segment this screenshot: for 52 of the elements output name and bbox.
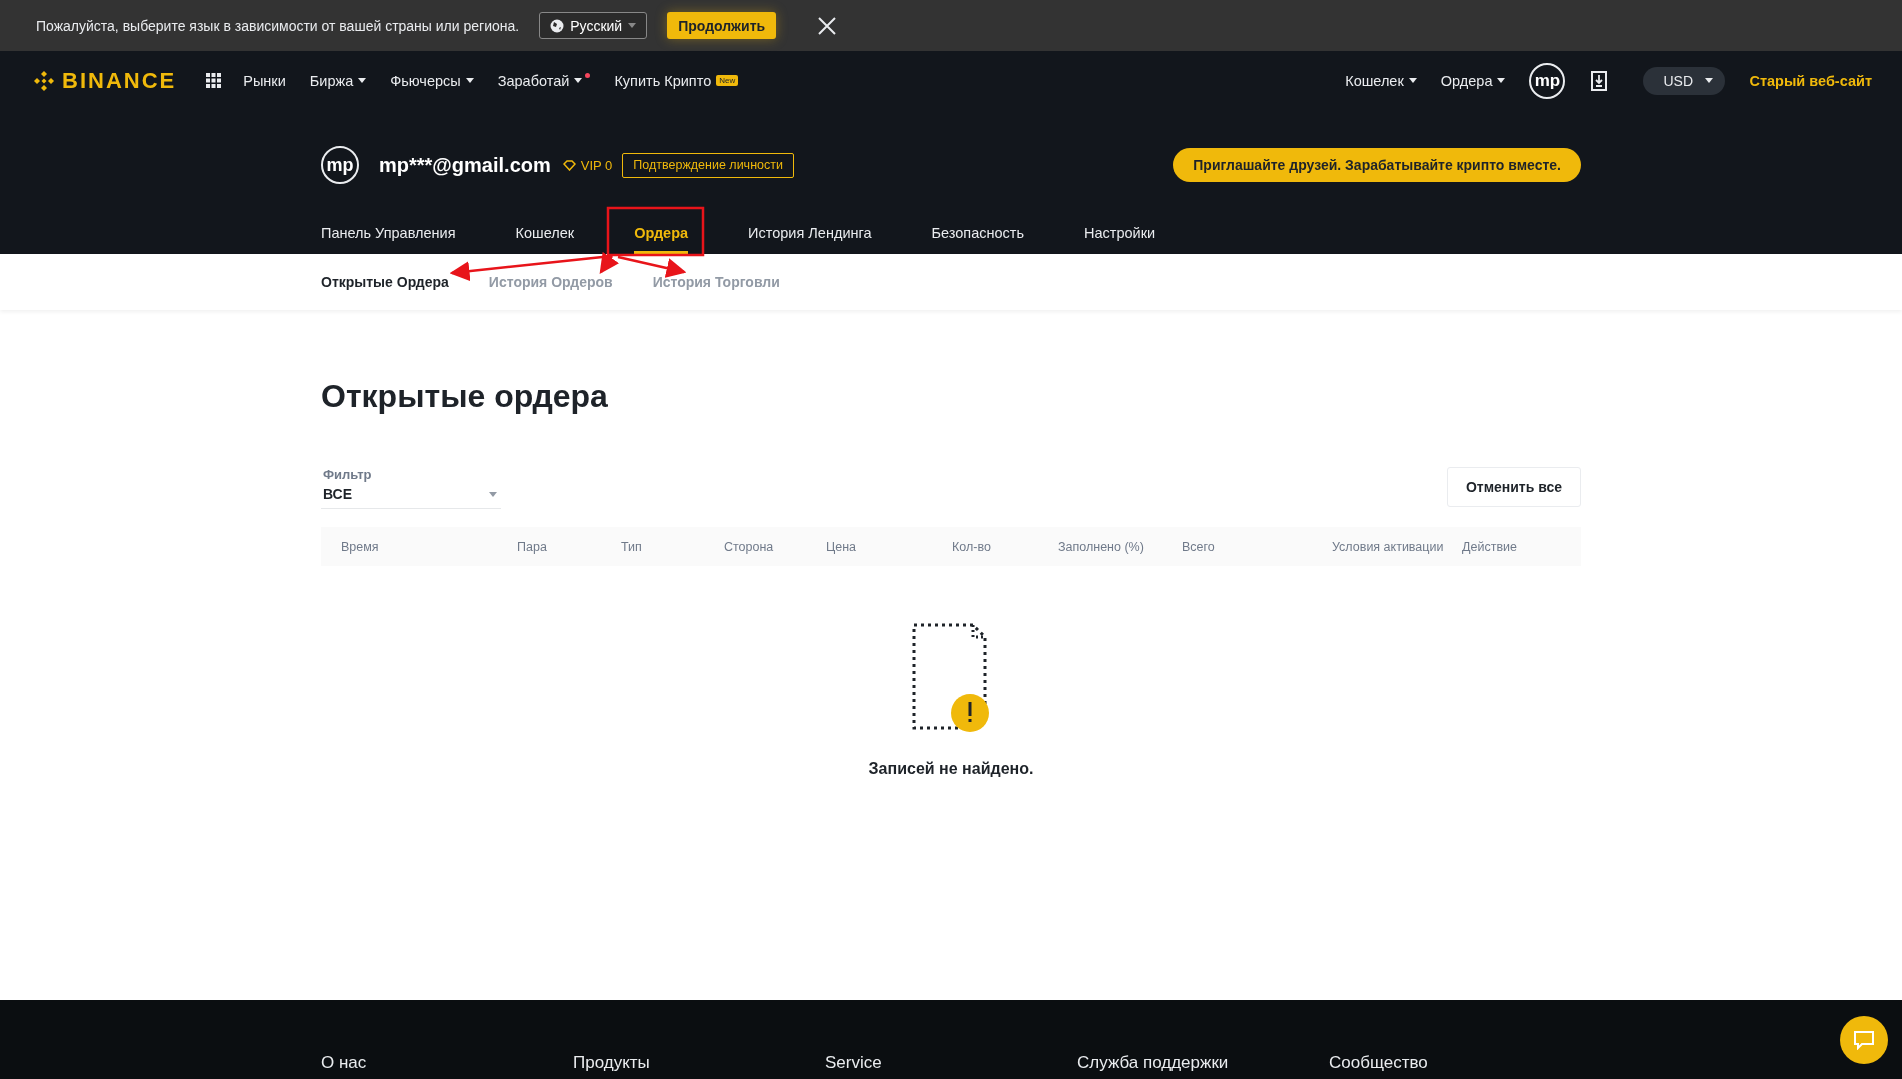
page-title: Открытые ордера [321,378,609,415]
nav-link[interactable]: Кошелек [1345,72,1417,89]
grid-menu-icon[interactable] [206,73,222,88]
table-header: Время Пара Тип Сторона Цена Кол-во Заполнено (%) Всего Условия активации Действие [321,527,1581,566]
banner-message: Пожалуйста, выберите язык в зависимости от вашей страны или региона. [36,17,520,34]
download-icon[interactable] [1591,70,1608,91]
vip-level: VIP 0 [580,157,613,173]
empty-message: Записей не найдено. [868,760,1034,778]
close-icon[interactable] [818,16,837,35]
account-tab[interactable]: Настройки [1084,212,1156,254]
old-site-link[interactable]: Старый веб-сайт [1749,72,1872,89]
nav-link[interactable]: Заработай [497,72,591,89]
account-tab[interactable]: Кошелек [515,212,575,254]
nav-link[interactable]: Рынки [243,72,286,89]
new-badge: New [716,75,739,86]
nav-link[interactable]: Ордера [1440,72,1506,89]
avatar: mp [321,146,359,184]
verify-identity-button[interactable]: Подтверждение личности [622,152,794,178]
orders-subtab[interactable]: Открытые Ордера [321,274,449,290]
account-tab[interactable]: Безопасность [931,212,1025,254]
globe-icon [550,18,565,33]
currency-dropdown[interactable]: USD [1643,66,1726,95]
caret-icon [465,78,474,83]
nav-link[interactable]: Фьючерсы [390,72,474,89]
nav-link[interactable]: Купить Крипто New [614,72,739,89]
account-tab[interactable]: Панель Управления [321,212,456,254]
footer-heading: Сообщество [1329,1053,1429,1073]
caret-icon [358,78,367,83]
invite-friends-button[interactable]: Приглашайте друзей. Зарабатывайте крипто вместе. [1173,148,1581,182]
chat-bubble-icon [1853,1030,1875,1050]
account-tab[interactable]: История Лендинга [748,212,872,254]
language-dropdown[interactable]: Русский [539,12,648,39]
footer-heading: О нас [321,1053,368,1073]
diamond-logo-icon [32,68,56,93]
logo-text: BINANCE [62,67,177,94]
empty-document-icon [911,622,991,734]
footer-heading: Служба поддержки [1077,1053,1230,1073]
avatar[interactable]: mp [1529,62,1566,99]
footer-heading: Service [825,1053,883,1073]
caret-icon [1705,78,1714,83]
caret-icon [1408,78,1417,83]
cancel-all-button[interactable]: Отменить все [1447,467,1581,507]
diamond-icon [562,159,576,171]
filter-dropdown[interactable]: Фильтр ВСЕ [321,467,501,509]
footer-heading: Продукты [573,1053,651,1073]
caret-icon [1497,78,1506,83]
account-tab[interactable]: Ордера [634,212,689,254]
notification-dot [585,73,591,78]
nav-link[interactable]: Биржа [309,72,367,89]
continue-button[interactable]: Продолжить [667,12,777,39]
user-email: mp***@gmail.com [379,153,551,177]
caret-icon [628,23,637,28]
